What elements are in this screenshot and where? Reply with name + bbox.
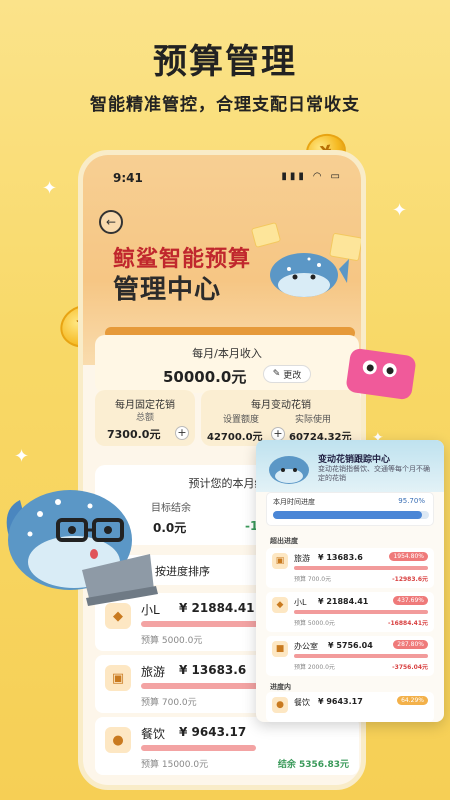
promo-subtitle: 智能精准管控，合理支配日常收支 xyxy=(90,95,360,115)
row-name: 办公室 xyxy=(294,642,318,651)
cupcake-icon: ● xyxy=(105,727,131,753)
variable-title: 每月变动花销 xyxy=(251,400,311,411)
progress-pct: 95.70% xyxy=(398,497,425,505)
row-name: 餐饮 xyxy=(294,698,310,707)
variable-set-label: 设置额度 xyxy=(223,415,260,425)
hero-title-line2: 管理中心 xyxy=(113,275,222,305)
row-budget: 预算 2000.0元 xyxy=(294,664,335,671)
tracking-row[interactable]: ■ 办公室 ¥ 5756.04 287.80% 预算 2000.0元 -3756… xyxy=(266,636,434,676)
edit-label: 更改 xyxy=(283,370,302,381)
back-button[interactable]: ← xyxy=(99,210,123,234)
list-item[interactable]: ● 餐饮 ¥ 9643.17 预算 15000.0元 结余 5356.83元 xyxy=(95,717,359,775)
sparkle-icon: ✦ xyxy=(392,200,408,221)
over-section-label: 超出进度 xyxy=(270,537,298,545)
variable-spending-card[interactable]: 每月变动花销 设置额度 实际使用 42700.0元 + 60724.32元 xyxy=(201,390,361,446)
suitcase-icon: ▣ xyxy=(105,665,131,691)
row-pct: 1954.80% xyxy=(389,552,428,561)
sparkle-icon: ✦ xyxy=(14,446,30,467)
row-budget: 预算 5000.0元 xyxy=(294,620,335,627)
panel-desc: 变动花销指餐饮、交通等每个月不确定的花销 xyxy=(318,465,430,482)
within-section-label: 进度内 xyxy=(270,683,291,691)
income-value: 50000.0元 xyxy=(163,368,247,386)
list-budget: 预算 5000.0元 xyxy=(141,636,203,646)
tracking-row[interactable]: ▣ 旅游 ¥ 13683.6 1954.80% 预算 700.0元 -12983… xyxy=(266,548,434,588)
list-name: 旅游 xyxy=(141,665,166,679)
row-bar xyxy=(294,654,428,658)
whale-shark-illustration xyxy=(270,253,349,297)
variable-set-value: 42700.0元 xyxy=(207,432,263,443)
row-pct: 287.80% xyxy=(393,640,428,649)
office-icon: ■ xyxy=(272,641,288,657)
cupcake-icon: ● xyxy=(272,697,288,713)
row-amount: ¥ 21884.41 xyxy=(318,597,369,606)
income-label: 每月/本月收入 xyxy=(192,347,262,360)
edit-income-button[interactable]: ✎ 更改 xyxy=(263,365,311,383)
category-icon: ◆ xyxy=(272,597,288,613)
progress-track xyxy=(273,511,429,519)
variable-actual-label: 实际使用 xyxy=(295,415,332,425)
list-progress xyxy=(141,745,257,751)
signal-wifi-battery-icon: ▮▮▮ ◠ ▭ xyxy=(281,171,343,182)
list-amount: ¥ 21884.41 xyxy=(179,601,255,615)
panel-title: 变动花销跟踪中心 xyxy=(318,455,391,465)
add-fixed-button[interactable]: + xyxy=(175,426,189,440)
row-name: 小L xyxy=(294,598,307,607)
row-over: -3756.04元 xyxy=(392,664,428,671)
progress-label: 本月时间进度 xyxy=(273,498,315,506)
list-budget: 预算 700.0元 xyxy=(141,698,197,708)
hero-title-line1: 鲸鲨智能预算 xyxy=(113,247,252,272)
month-progress: 本月时间进度 95.70% xyxy=(266,492,434,526)
suitcase-icon: ▣ xyxy=(272,553,288,569)
variable-tracking-panel: 变动花销跟踪中心 变动花销指餐饮、交通等每个月不确定的花销 本月时间进度 95.… xyxy=(256,440,444,722)
pink-toy-illustration xyxy=(345,347,417,401)
status-time: 9:41 xyxy=(113,171,143,185)
row-over: -16884.41元 xyxy=(388,620,428,627)
row-amount: ¥ 13683.6 xyxy=(318,553,363,562)
row-bar xyxy=(294,610,428,614)
promo-title: 预算管理 xyxy=(153,42,297,82)
list-budget: 预算 15000.0元 xyxy=(141,760,209,770)
sparkle-icon: ✦ xyxy=(42,178,58,199)
row-bar xyxy=(294,566,428,570)
income-card: 每月/本月收入 50000.0元 ✎ 更改 xyxy=(95,335,359,393)
row-over: -12983.6元 xyxy=(392,576,428,583)
whale-shark-icon xyxy=(269,456,309,484)
fixed-spending-card[interactable]: 每月固定花销 总额 7300.0元 + xyxy=(95,390,195,446)
row-pct: 64.29% xyxy=(397,696,428,705)
list-amount: ¥ 13683.6 xyxy=(179,663,247,677)
pencil-icon: ✎ xyxy=(272,369,281,379)
tracking-row[interactable]: ◆ 小L ¥ 21884.41 437.69% 预算 5000.0元 -1688… xyxy=(266,592,434,632)
hero-title: 鲸鲨智能预算 管理中心 xyxy=(113,245,251,305)
progress-fill xyxy=(273,511,423,519)
fixed-title: 每月固定花销 xyxy=(115,400,175,411)
row-budget: 预算 700.0元 xyxy=(294,576,332,583)
status-bar: 9:41 ▮▮▮ ◠ ▭ xyxy=(83,171,361,187)
list-amount: ¥ 9643.17 xyxy=(179,725,247,739)
list-name: 餐饮 xyxy=(141,727,166,741)
fixed-value: 7300.0元 xyxy=(107,428,161,441)
row-amount: ¥ 5756.04 xyxy=(328,641,373,650)
whale-shark-mascot-with-laptop xyxy=(6,490,158,606)
row-pct: 437.69% xyxy=(393,596,428,605)
back-arrow-icon: ← xyxy=(105,215,117,229)
sort-by-progress[interactable]: 按进度排序 xyxy=(155,563,210,579)
list-remain: 结余 5356.83元 xyxy=(277,760,349,770)
row-amount: ¥ 9643.17 xyxy=(318,697,363,706)
fixed-sub: 总额 xyxy=(135,413,154,423)
tracking-row[interactable]: ● 餐饮 ¥ 9643.17 64.29% xyxy=(266,692,434,722)
row-name: 旅游 xyxy=(294,554,310,563)
add-variable-button[interactable]: + xyxy=(271,427,285,441)
